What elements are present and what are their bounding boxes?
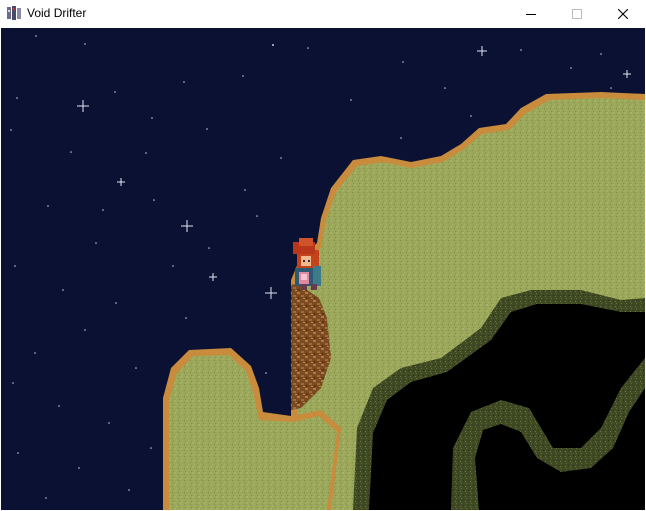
game-window: Void Drifter [0, 0, 646, 511]
minimize-button[interactable] [508, 0, 554, 28]
close-button[interactable] [600, 0, 646, 28]
title-bar[interactable]: Void Drifter [0, 0, 646, 28]
maximize-icon [572, 9, 582, 19]
maximize-button[interactable] [554, 0, 600, 28]
window-title: Void Drifter [27, 6, 87, 20]
game-scene [1, 28, 645, 510]
app-icon [6, 5, 22, 21]
game-viewport[interactable] [1, 28, 645, 510]
minimize-icon [526, 14, 536, 15]
close-icon [618, 9, 628, 19]
